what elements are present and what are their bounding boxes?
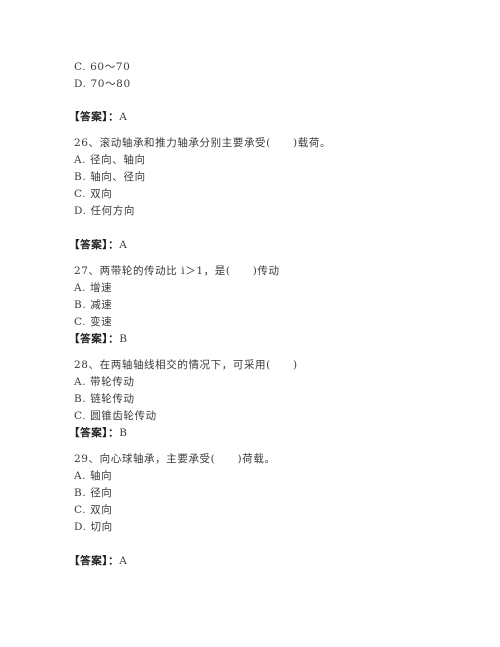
option-b: B. 链轮传动 xyxy=(74,393,135,405)
answer-label: 【答案】： xyxy=(69,427,120,439)
option-d: D. 切向 xyxy=(74,521,113,533)
answer-value: A xyxy=(119,555,128,567)
option-a: A. 带轮传动 xyxy=(74,376,135,388)
option-b: B. 径向 xyxy=(74,487,113,499)
option-a: A. 轴向 xyxy=(74,470,113,482)
question-stem: 26、滚动轴承和推力轴承分别主要承受( )载荷。 xyxy=(74,137,332,149)
option-d: D. 任何方向 xyxy=(74,205,135,217)
answer-label: 【答案】： xyxy=(69,333,120,345)
option-c: C. 双向 xyxy=(74,504,113,516)
answer-value: B xyxy=(119,427,128,439)
option-c: C. 圆锥齿轮传动 xyxy=(74,410,157,422)
answer-line: 【答案】：A xyxy=(69,110,127,124)
option-a: A. 增速 xyxy=(74,282,113,294)
question-stem: 27、两带轮的传动比 i＞1，是( )传动 xyxy=(74,265,280,277)
answer-label: 【答案】： xyxy=(69,239,120,251)
answer-value: A xyxy=(119,111,128,123)
option-a: A. 径向、轴向 xyxy=(74,154,146,166)
option-b: B. 减速 xyxy=(74,299,113,311)
question-stem: 29、向心球轴承，主要承受( )荷载。 xyxy=(74,453,276,465)
option-c: C. 双向 xyxy=(74,188,113,200)
answer-line: 【答案】：B xyxy=(69,426,128,440)
option-c: C. 60～70 xyxy=(74,61,131,73)
option-b: B. 轴向、径向 xyxy=(74,171,146,183)
option-d: D. 70～80 xyxy=(74,78,131,90)
answer-label: 【答案】： xyxy=(69,555,120,567)
answer-value: A xyxy=(119,239,128,251)
option-c: C. 变速 xyxy=(74,316,113,328)
answer-value: B xyxy=(119,333,128,345)
answer-line: 【答案】：A xyxy=(69,554,127,568)
answer-line: 【答案】：B xyxy=(69,332,128,346)
question-stem: 28、在两轴轴线相交的情况下，可采用( ) xyxy=(74,359,298,371)
answer-line: 【答案】：A xyxy=(69,238,127,252)
answer-label: 【答案】： xyxy=(69,111,120,123)
